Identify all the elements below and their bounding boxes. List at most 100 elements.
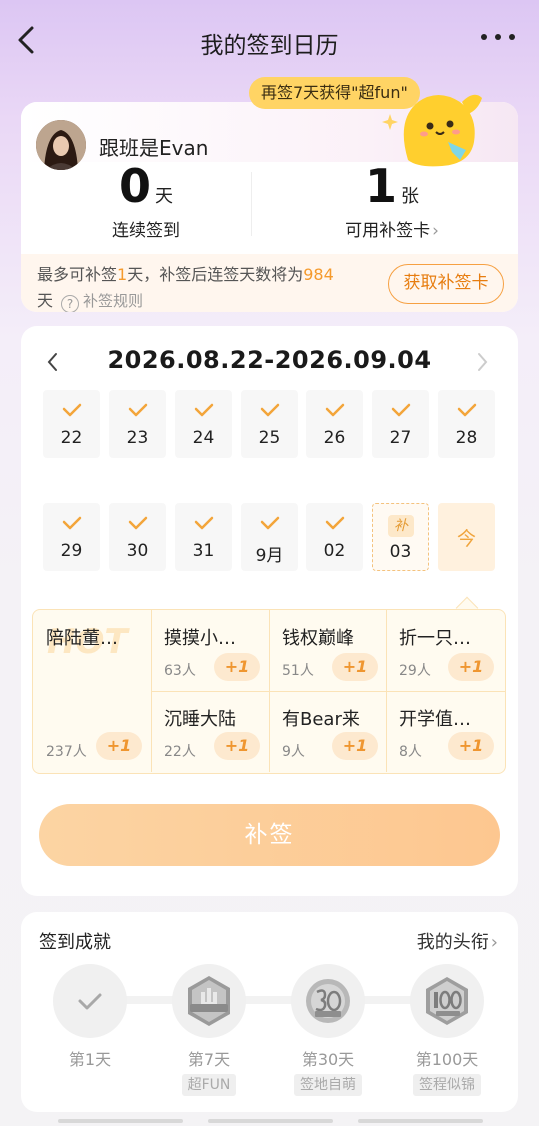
calendar-day[interactable]: 24 <box>175 390 232 458</box>
more-dots-icon[interactable] <box>481 34 515 44</box>
badge-name: 超FUN <box>181 1074 237 1096</box>
badge-day100[interactable]: 第100天 签程似锦 <box>392 964 502 1096</box>
divider <box>251 172 252 236</box>
helper-count: 51人 <box>282 663 314 679</box>
helper-name: 摸摸小… <box>164 628 236 649</box>
day-number: 9月 <box>255 546 284 566</box>
check-icon <box>53 964 127 1038</box>
helper-count: 63人 <box>164 663 196 679</box>
day-number: 22 <box>60 428 83 448</box>
bottom-indicator <box>358 1119 483 1123</box>
helper-item[interactable]: 沉睡大陆 22人 +1 <box>151 691 269 772</box>
helper-name: 沉睡大陆 <box>164 709 236 730</box>
notice-days: 1 <box>117 265 128 284</box>
helper-count: 8人 <box>399 744 422 760</box>
helper-list: HOT 陪陆董… 237人 +1 摸摸小… 63人 +1 钱权巅峰 51人 +1… <box>32 609 506 774</box>
plus-one-button[interactable]: +1 <box>332 732 378 760</box>
day-number: 29 <box>60 541 83 561</box>
rules-label: 补签规则 <box>83 292 144 310</box>
fun-hand-badge-icon <box>172 964 246 1038</box>
plus-one-button[interactable]: +1 <box>448 653 494 681</box>
achievements-title: 签到成就 <box>39 932 111 953</box>
check-icon <box>194 516 214 530</box>
makeup-day[interactable]: 补 03 <box>372 503 429 571</box>
calendar-day[interactable]: 22 <box>43 390 100 458</box>
plus-one-button[interactable]: +1 <box>214 732 260 760</box>
badge-day30[interactable]: 第30天 签地自萌 <box>273 964 383 1096</box>
today-label: 今 <box>456 528 476 550</box>
plus-one-button[interactable]: +1 <box>96 732 142 760</box>
day-number: 23 <box>126 428 149 448</box>
helper-name: 开学值… <box>399 709 471 730</box>
question-icon: ? <box>61 295 80 312</box>
helper-name: 折一只… <box>399 628 471 649</box>
calendar-day[interactable]: 23 <box>109 390 166 458</box>
calendar-day[interactable]: 26 <box>306 390 363 458</box>
plus-one-button[interactable]: +1 <box>332 653 378 681</box>
makeup-cards-stat[interactable]: 1张 可用补签卡 › <box>277 158 507 241</box>
today-cell[interactable]: 今 <box>438 503 495 571</box>
calendar-day[interactable]: 28 <box>438 390 495 458</box>
rules-link[interactable]: ? 补签规则 <box>53 292 144 312</box>
check-icon <box>128 516 148 530</box>
badge-day-label: 第100天 <box>415 1050 479 1069</box>
day-number: 28 <box>455 428 478 448</box>
helper-item[interactable]: 开学值… 8人 +1 <box>386 691 504 772</box>
day-number: 26 <box>323 428 346 448</box>
makeup-notice: 最多可补签1天，补签后连签天数将为984 天? 补签规则 获取补签卡 <box>21 254 518 312</box>
day-number: 30 <box>126 541 149 561</box>
date-range: 2026.08.22-2026.09.04 <box>107 346 432 374</box>
calendar-day[interactable]: 29 <box>43 503 100 571</box>
badge-day-label: 第7天 <box>187 1050 231 1069</box>
helper-count: 237人 <box>46 744 87 760</box>
makeup-sign-button[interactable]: 补签 <box>39 804 500 866</box>
helper-count: 9人 <box>282 744 305 760</box>
streak-unit: 天 <box>155 186 173 207</box>
plus-one-button[interactable]: +1 <box>448 732 494 760</box>
badge-name: 签程似锦 <box>413 1074 481 1096</box>
badge-day-label: 第1天 <box>68 1050 112 1069</box>
promo-bubble: 再签7天获得"超fun" <box>249 77 420 109</box>
check-icon <box>325 403 345 417</box>
helper-count: 22人 <box>164 744 196 760</box>
day-number: 27 <box>389 428 412 448</box>
badge-day7[interactable]: 第7天 超FUN <box>154 964 264 1096</box>
streak-value: 0 <box>118 159 151 213</box>
helper-featured[interactable]: 陪陆董… 237人 +1 <box>33 610 151 772</box>
my-titles-link[interactable]: 我的头衔 › <box>417 928 498 954</box>
calendar-day[interactable]: 27 <box>372 390 429 458</box>
check-icon <box>391 403 411 417</box>
check-icon <box>194 403 214 417</box>
helper-item[interactable]: 折一只… 29人 +1 <box>386 610 504 691</box>
calendar-day[interactable]: 31 <box>175 503 232 571</box>
check-icon <box>128 403 148 417</box>
helper-count: 29人 <box>399 663 431 679</box>
notice-text: 最多可补签1天，补签后连签天数将为984 天? 补签规则 <box>37 262 382 312</box>
badge-day-label: 第30天 <box>301 1050 355 1069</box>
calendar-day[interactable]: 25 <box>241 390 298 458</box>
notice-total: 984 <box>303 265 334 284</box>
calendar-day[interactable]: 9月 <box>241 503 298 571</box>
check-icon <box>260 403 280 417</box>
badge-day1[interactable]: 第1天 <box>35 964 145 1070</box>
helper-item[interactable]: 摸摸小… 63人 +1 <box>151 610 269 691</box>
day-number: 31 <box>192 541 215 561</box>
30-days-badge-icon <box>291 964 365 1038</box>
calendar-day[interactable]: 30 <box>109 503 166 571</box>
day-number: 03 <box>389 542 412 562</box>
helper-item[interactable]: 有Bear来 9人 +1 <box>269 691 386 772</box>
user-name: 跟班是Evan <box>99 136 209 160</box>
next-range-icon[interactable] <box>474 350 490 374</box>
helper-item[interactable]: 钱权巅峰 51人 +1 <box>269 610 386 691</box>
streak-stat: 0天 连续签到 <box>31 158 261 241</box>
achievements-card: 签到成就 我的头衔 › 第1天 第7天 超FUN 第30天 签地自萌 第100天… <box>21 912 518 1112</box>
plus-one-button[interactable]: +1 <box>214 653 260 681</box>
page-title: 我的签到日历 <box>200 33 339 59</box>
badge-name: 签地自萌 <box>294 1074 362 1096</box>
get-card-button[interactable]: 获取补签卡 <box>388 264 504 304</box>
chevron-right-icon: › <box>432 221 439 241</box>
day-number: 24 <box>192 428 215 448</box>
calendar-day[interactable]: 02 <box>306 503 363 571</box>
makeup-tag: 补 <box>388 515 414 537</box>
helper-name: 陪陆董… <box>46 628 118 649</box>
